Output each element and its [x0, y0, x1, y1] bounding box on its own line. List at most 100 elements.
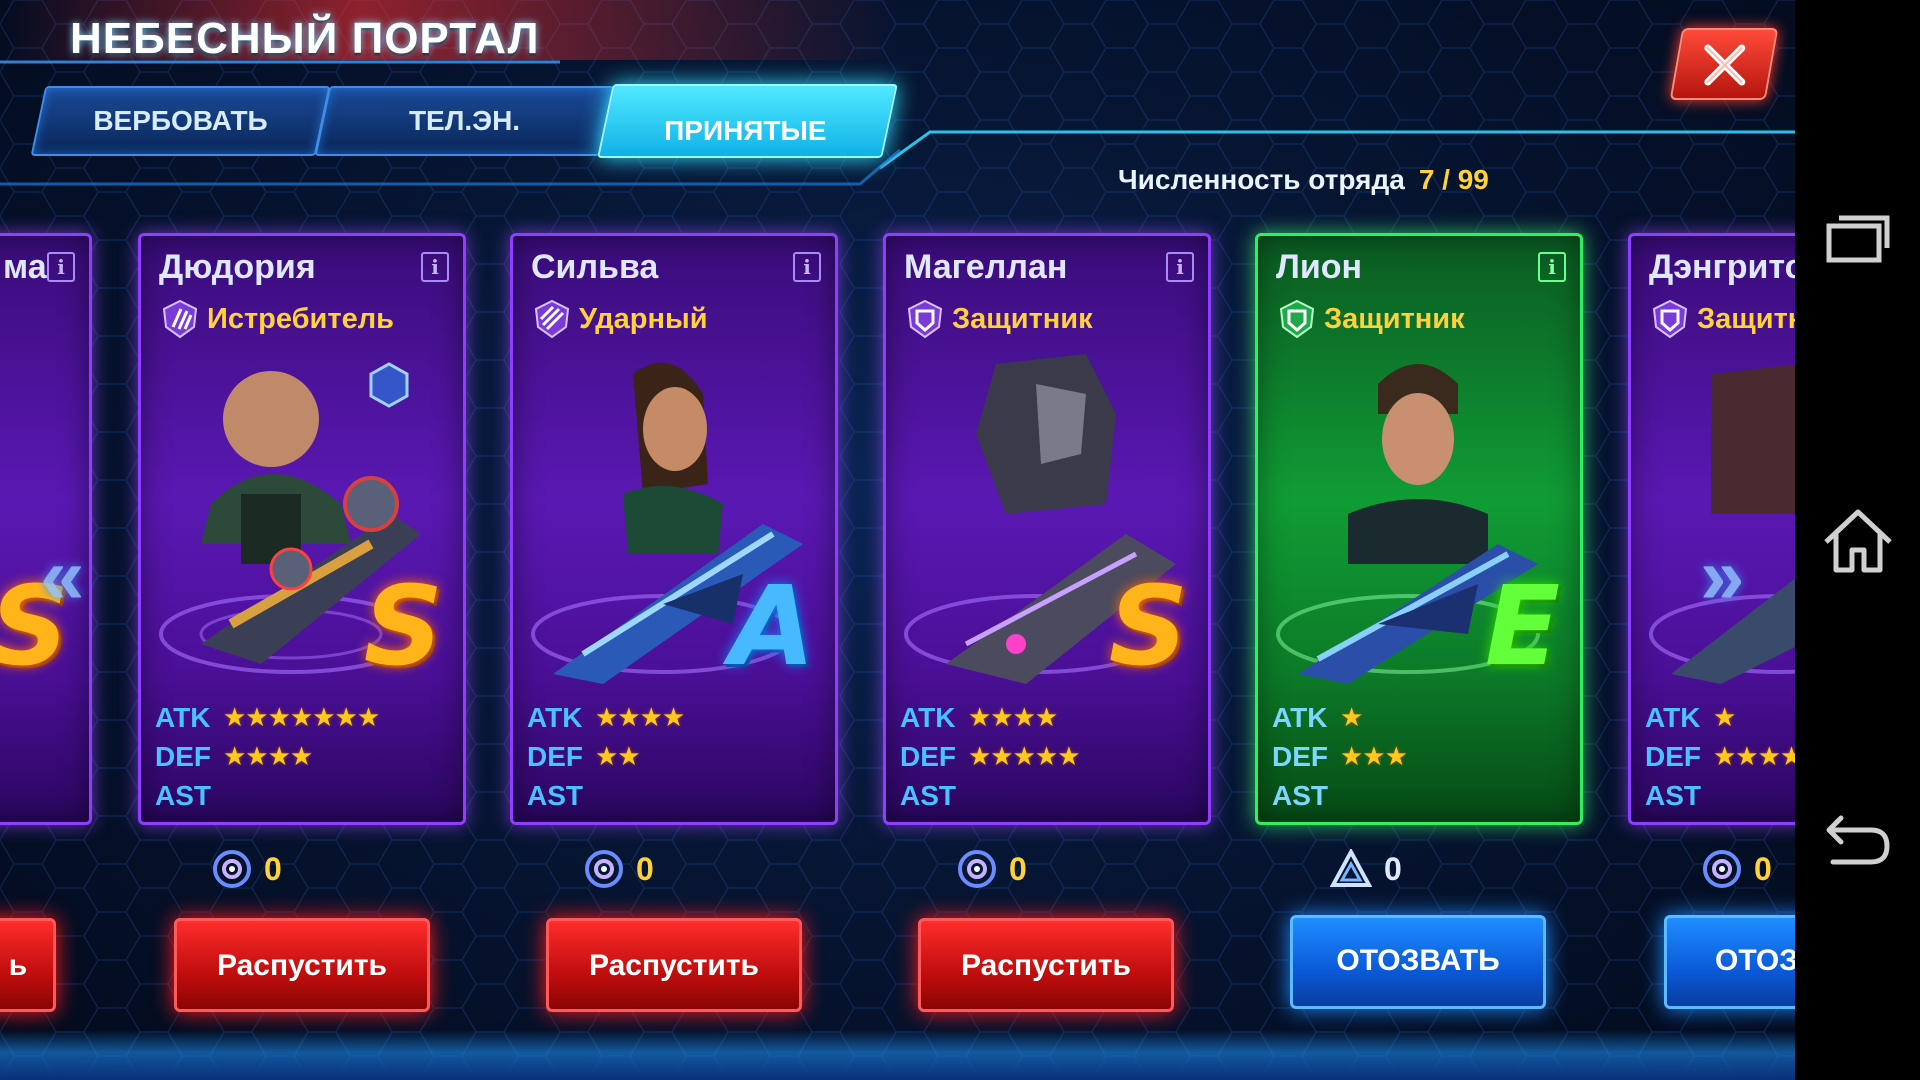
- hero-role: Защитник: [906, 298, 1093, 340]
- target-icon: [213, 850, 251, 888]
- page-title: НЕБЕСНЫЙ ПОРТАЛ: [70, 14, 540, 63]
- triangle-icon: [1330, 849, 1372, 887]
- hero-card[interactable]: Лион i Защитник E ATK ★ DEF ★★★ AST: [1255, 233, 1583, 825]
- squad-size-count: 7 / 99: [1418, 164, 1489, 195]
- recall-button[interactable]: ОТОЗВАТЬ: [1290, 915, 1546, 1009]
- def-stars: ★★★: [1340, 741, 1408, 771]
- atk-label: ATK: [900, 701, 956, 733]
- atk-label: ATK: [1645, 701, 1701, 733]
- atk-label: ATK: [1272, 701, 1328, 733]
- info-icon[interactable]: i: [793, 252, 821, 282]
- hero-name: Лион: [1276, 248, 1363, 286]
- atk-stars: ★★★★: [595, 702, 685, 732]
- upkeep-value: 0: [1384, 850, 1402, 887]
- info-icon[interactable]: i: [1538, 252, 1566, 282]
- target-icon: [585, 850, 623, 888]
- dismiss-button-label: ь: [8, 949, 28, 982]
- close-button[interactable]: [1669, 28, 1779, 100]
- hero-role: Истребитель: [161, 298, 394, 340]
- shield-icon: [1652, 299, 1688, 339]
- def-label: DEF: [900, 740, 956, 772]
- upkeep-cost: 0: [957, 848, 1027, 890]
- info-icon[interactable]: i: [1166, 252, 1194, 282]
- hero-card-partial-right[interactable]: Дэнгритс Защитн ATK ★ DEF ★★★★ AST: [1628, 233, 1795, 825]
- hero-card[interactable]: Дюдория i Истребитель S ATK ★★★★★★★ DEF ★★…: [138, 233, 466, 825]
- ast-label: AST: [1645, 779, 1701, 811]
- dismiss-button[interactable]: Распустить: [174, 918, 430, 1012]
- tab-label: ПРИНЯТЫЕ: [664, 115, 827, 146]
- rank-badge: A: [729, 562, 815, 690]
- home-icon[interactable]: [1820, 506, 1896, 576]
- def-stars: ★★: [595, 741, 641, 771]
- upkeep-cost: 0: [1330, 848, 1402, 890]
- shield-icon: [907, 299, 943, 339]
- upkeep-cost: 0: [1702, 848, 1772, 890]
- upkeep-value: 0: [1009, 850, 1027, 887]
- hero-role-label: Защитник: [952, 302, 1093, 335]
- squad-size: Численность отряда 7 / 99: [1118, 164, 1489, 196]
- info-icon[interactable]: i: [421, 252, 449, 282]
- tab-label: ТЕЛ.ЭН.: [408, 105, 521, 136]
- upkeep-value: 0: [1754, 850, 1772, 887]
- atk-label: ATK: [155, 701, 211, 733]
- upkeep-value: 0: [264, 850, 282, 887]
- info-icon[interactable]: i: [47, 252, 75, 282]
- target-icon: [958, 850, 996, 888]
- rank-badge: S: [363, 562, 443, 690]
- atk-stars: ★: [1713, 702, 1736, 732]
- close-icon: [1704, 44, 1746, 86]
- recent-apps-icon[interactable]: [1825, 212, 1891, 264]
- hero-stats: ATK ★★★★ DEF ★★ AST: [527, 698, 835, 815]
- rank-badge: S: [1108, 562, 1188, 690]
- atk-label: ATK: [527, 701, 583, 733]
- dismiss-button[interactable]: ь: [0, 918, 56, 1012]
- ast-label: AST: [900, 779, 956, 811]
- hero-role-label: Защитн: [1697, 302, 1795, 335]
- hero-name: Дюдория: [159, 248, 316, 286]
- def-label: DEF: [155, 740, 211, 772]
- def-stars: ★★★★: [223, 741, 313, 771]
- ast-label: AST: [155, 779, 211, 811]
- back-icon[interactable]: [1823, 810, 1893, 866]
- def-stars: ★★★★★: [968, 741, 1081, 771]
- tab-accepted[interactable]: ПРИНЯТЫЕ: [597, 84, 898, 158]
- dismiss-button[interactable]: Распустить: [918, 918, 1174, 1012]
- hero-card[interactable]: Магеллан i Защитник S ATK ★★★★ DEF ★★★★★ A…: [883, 233, 1211, 825]
- hero-stats: ATK ★ DEF ★★★ AST: [1272, 698, 1580, 815]
- scroll-right-icon[interactable]: »: [1700, 530, 1745, 622]
- hero-stats: ATK ★★★★ DEF ★★★★★ AST: [900, 698, 1208, 815]
- hero-name: ма: [3, 248, 47, 286]
- upkeep-cost: 0: [584, 848, 654, 890]
- scroll-left-icon[interactable]: «: [40, 530, 85, 622]
- tab-label: ВЕРБОВАТЬ: [93, 105, 268, 136]
- squad-size-label: Численность отряда: [1118, 164, 1405, 195]
- upkeep-value: 0: [636, 850, 654, 887]
- hero-stats: ATK ★ DEF ★★★★ AST: [1645, 698, 1795, 815]
- def-label: DEF: [1272, 740, 1328, 772]
- hero-role-label: Ударный: [579, 302, 708, 335]
- hero-role-label: Защитник: [1324, 302, 1465, 335]
- hero-role: Ударный: [533, 298, 708, 340]
- hero-card[interactable]: Сильва i Ударный A ATK ★★★★ DEF ★★ AST: [510, 233, 838, 825]
- ast-label: AST: [1272, 779, 1328, 811]
- tab-tel-en[interactable]: ТЕЛ.ЭН.: [314, 86, 615, 156]
- upkeep-cost: 0: [212, 848, 282, 890]
- game-screen: НЕБЕСНЫЙ ПОРТАЛ ВЕРБОВАТЬ ТЕЛ.ЭН. ПРИНЯТ…: [0, 0, 1795, 1080]
- rank-badge: E: [1484, 562, 1560, 690]
- floor-glow: [0, 1030, 1795, 1080]
- target-icon: [1703, 850, 1741, 888]
- android-nav-bar: [1795, 0, 1920, 1080]
- hero-stats: ATK ★★★★★★★ DEF ★★★★ AST: [155, 698, 463, 815]
- dismiss-button[interactable]: Распустить: [546, 918, 802, 1012]
- hero-name: Магеллан: [904, 248, 1068, 286]
- tab-recruit[interactable]: ВЕРБОВАТЬ: [30, 86, 331, 156]
- claw-icon: [162, 299, 198, 339]
- hero-role: Защитн: [1651, 298, 1795, 340]
- hero-name: Дэнгритс: [1649, 248, 1795, 286]
- hero-card-partial-left[interactable]: ма i S: [0, 233, 92, 825]
- strike-icon: [534, 299, 570, 339]
- hero-name: Сильва: [531, 248, 659, 286]
- def-stars: ★★★★: [1713, 741, 1795, 771]
- recall-button[interactable]: ОТОЗ: [1664, 915, 1795, 1009]
- hero-role: Защитник: [1278, 298, 1465, 340]
